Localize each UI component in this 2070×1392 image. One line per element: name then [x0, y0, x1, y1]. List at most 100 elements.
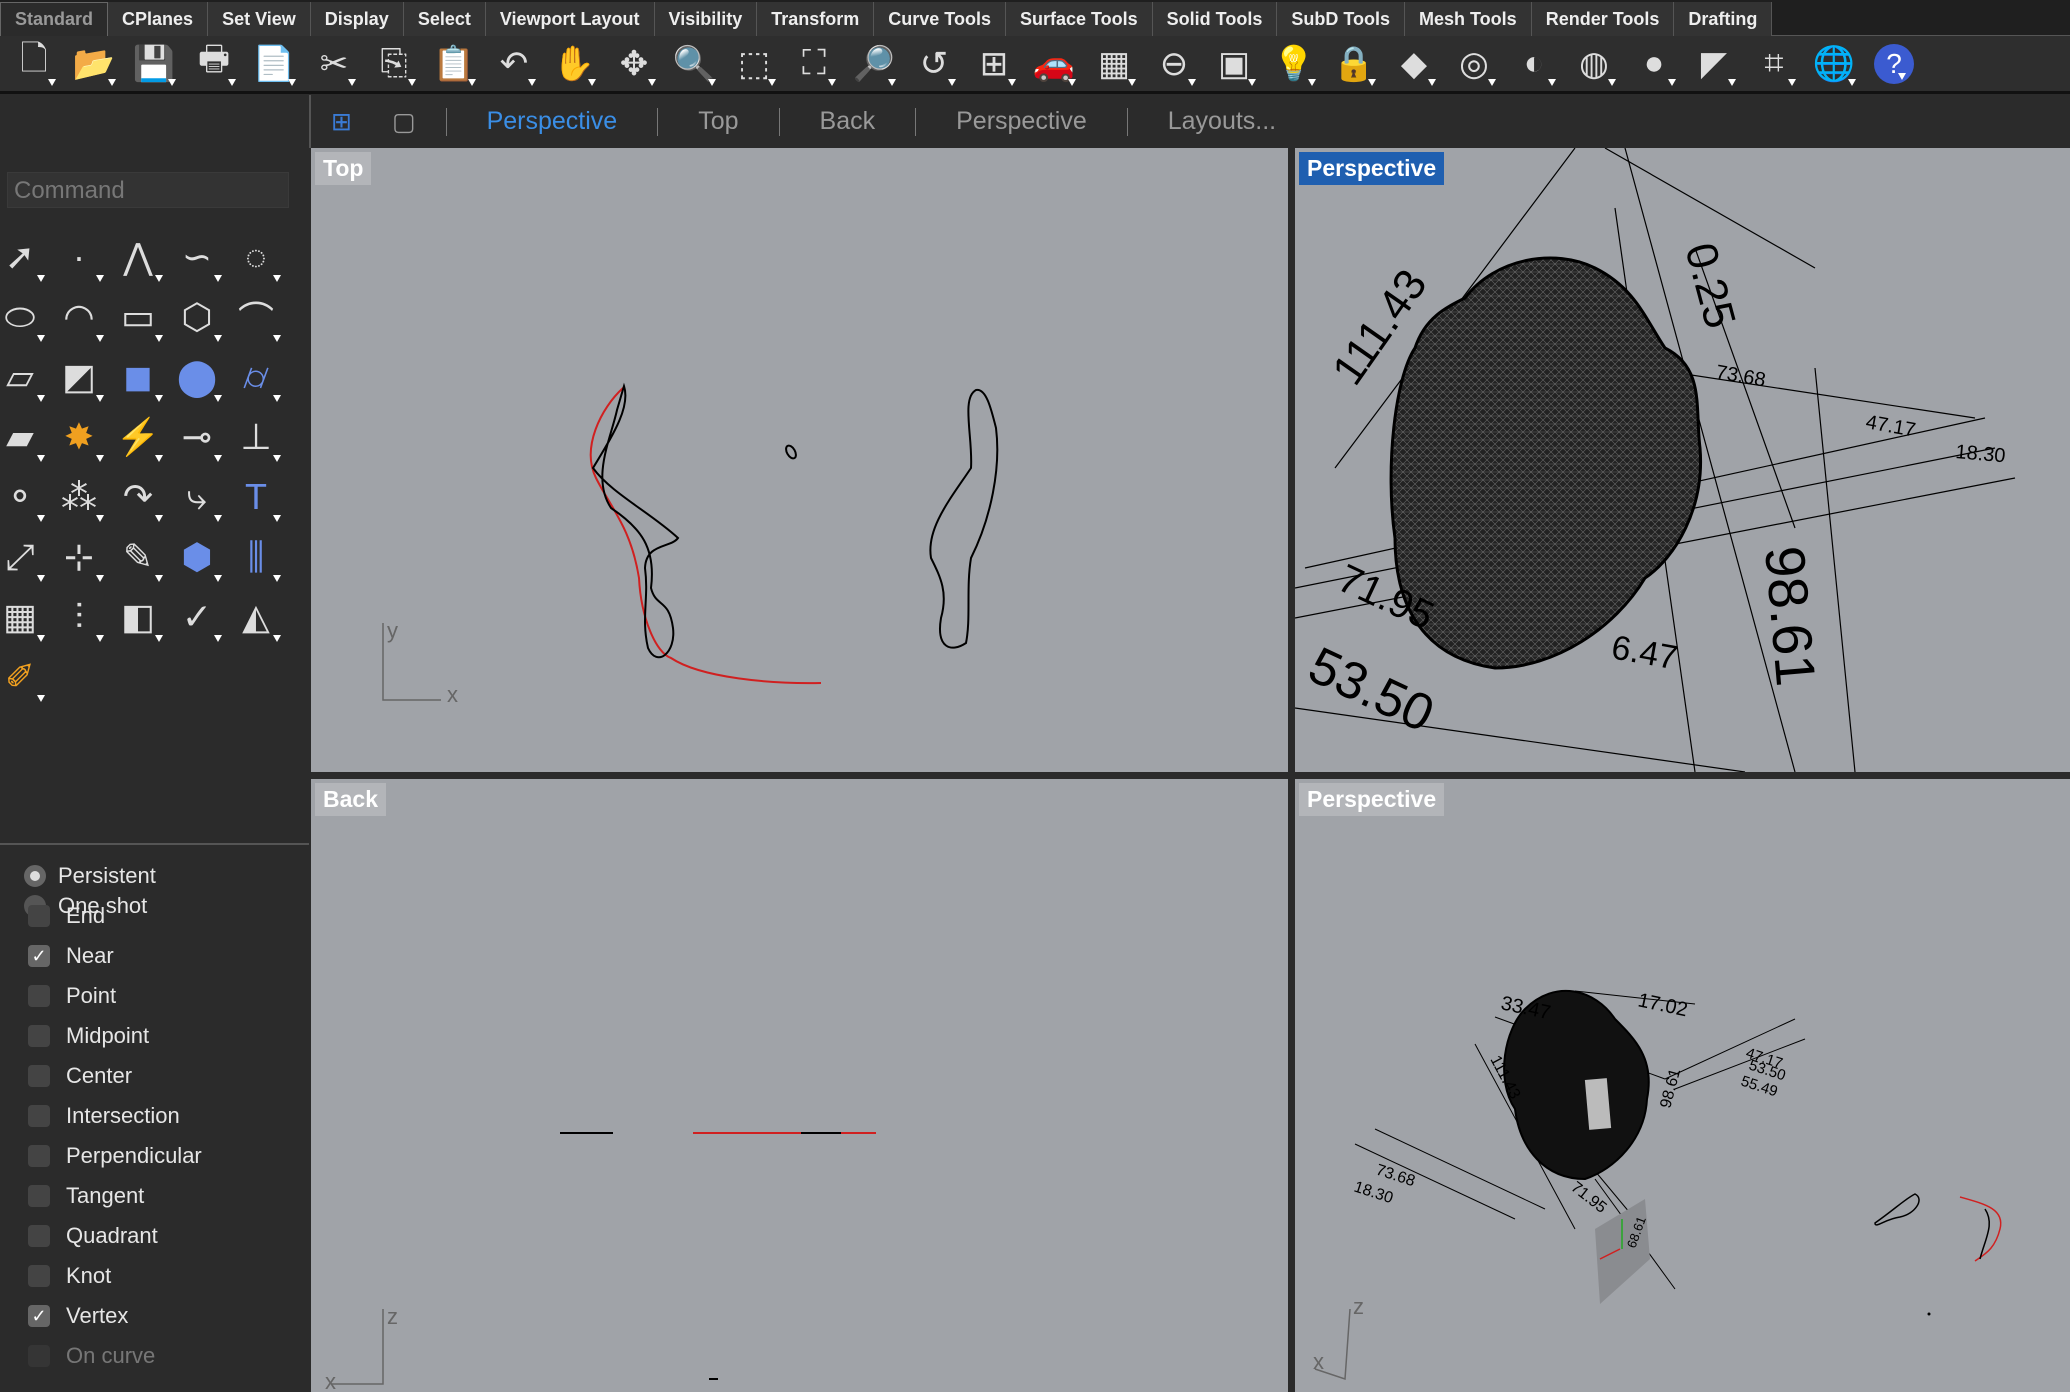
- align-icon[interactable]: ⫶: [54, 592, 104, 642]
- grid-array-icon[interactable]: ▦: [0, 592, 45, 642]
- globe-icon[interactable]: 🌐: [1804, 38, 1864, 90]
- group-icon[interactable]: ⚬: [0, 472, 45, 522]
- edit-icon[interactable]: ✎: [113, 532, 163, 582]
- toolbar-tab-mesh-tools[interactable]: Mesh Tools: [1405, 2, 1532, 36]
- analyze-icon[interactable]: ⌗: [1744, 38, 1804, 90]
- osnap-mode-persistent[interactable]: Persistent: [24, 863, 156, 889]
- four-view-layout-icon[interactable]: ⊞: [311, 107, 392, 137]
- viewport-label-top[interactable]: Top: [315, 152, 372, 185]
- tab-layouts[interactable]: Layouts...: [1168, 107, 1316, 136]
- trim-icon[interactable]: ⊥: [231, 412, 281, 462]
- checkbox[interactable]: [28, 905, 50, 927]
- cut-icon[interactable]: ✂: [304, 38, 364, 90]
- viewport-perspective-2[interactable]: 33.47 17.02 47.17 53.50 55.49 111.43 98.…: [1295, 779, 2070, 1392]
- tab-top[interactable]: Top: [698, 107, 778, 136]
- arc-icon[interactable]: ◠: [54, 292, 104, 342]
- polyline-icon[interactable]: ⋀: [113, 232, 163, 282]
- zoom-icon[interactable]: 🔍: [664, 38, 724, 90]
- osnap-point[interactable]: Point: [24, 983, 116, 1009]
- checkbox[interactable]: ✓: [28, 1305, 50, 1327]
- toolbar-tab-drafting[interactable]: Drafting: [1674, 2, 1773, 36]
- sphere-icon[interactable]: ⬤: [172, 352, 222, 402]
- curve-arc-icon[interactable]: ↷: [113, 472, 163, 522]
- checkbox[interactable]: [28, 1225, 50, 1247]
- checkbox[interactable]: [28, 1105, 50, 1127]
- osnap-perpendicular[interactable]: Perpendicular: [24, 1143, 202, 1169]
- curve-icon[interactable]: ∽: [172, 232, 222, 282]
- osnap-intersection[interactable]: Intersection: [24, 1103, 180, 1129]
- copy-icon[interactable]: ⎘: [364, 38, 424, 90]
- radio-button[interactable]: [24, 865, 46, 887]
- osnap-midpoint[interactable]: Midpoint: [24, 1023, 149, 1049]
- toolbar-tab-visibility[interactable]: Visibility: [654, 2, 758, 36]
- checkbox[interactable]: [28, 1345, 50, 1367]
- light-icon[interactable]: 💡: [1264, 38, 1324, 90]
- rendered-sphere-icon[interactable]: ●: [1624, 38, 1684, 90]
- new-icon[interactable]: 🗋: [4, 38, 64, 90]
- boolean-icon[interactable]: ⚡: [113, 412, 163, 462]
- car-icon[interactable]: 🚗: [1024, 38, 1084, 90]
- offset-icon[interactable]: ⤷: [172, 472, 222, 522]
- tab-back[interactable]: Back: [820, 107, 916, 136]
- tab-perspective[interactable]: Perspective: [956, 107, 1127, 136]
- box-icon[interactable]: ◼: [113, 352, 163, 402]
- block-icon[interactable]: ⬢: [172, 532, 222, 582]
- pan-icon[interactable]: ✋: [544, 38, 604, 90]
- mesh-icon[interactable]: ⁂: [54, 472, 104, 522]
- paste-icon[interactable]: 📋: [424, 38, 484, 90]
- point-icon[interactable]: ·: [54, 232, 104, 282]
- osnap-near[interactable]: ✓ Near: [24, 943, 114, 969]
- viewport-perspective-1[interactable]: 111.43 0.25 98.61 53.50 47.17 73.68 18.3…: [1295, 148, 2070, 772]
- osnap-knot[interactable]: Knot: [24, 1263, 111, 1289]
- toolbar-tab-surface-tools[interactable]: Surface Tools: [1005, 2, 1153, 36]
- zoom-selected-icon[interactable]: 🔎: [844, 38, 904, 90]
- toolbar-tab-solid-tools[interactable]: Solid Tools: [1152, 2, 1278, 36]
- help-icon[interactable]: ?: [1874, 43, 1914, 84]
- open-icon[interactable]: 📂: [64, 38, 124, 90]
- cylinder-icon[interactable]: ⌭: [231, 352, 281, 402]
- toolbar-tab-select[interactable]: Select: [403, 2, 486, 36]
- extrude-icon[interactable]: ◩: [54, 352, 104, 402]
- toolbar-tab-cplanes[interactable]: CPlanes: [108, 2, 209, 36]
- undo-icon[interactable]: ↶: [484, 38, 544, 90]
- osnap-on-curve[interactable]: On curve: [24, 1343, 155, 1369]
- paint-icon[interactable]: ✐: [0, 652, 45, 702]
- checkbox[interactable]: [28, 1065, 50, 1087]
- four-viewports-icon[interactable]: ⊞: [964, 38, 1024, 90]
- toolbar-tab-set-view[interactable]: Set View: [208, 2, 311, 36]
- explode-icon[interactable]: ✸: [54, 412, 104, 462]
- checkbox[interactable]: ✓: [28, 945, 50, 967]
- scale-icon[interactable]: ⤢: [0, 532, 45, 582]
- viewport-top[interactable]: y x Top: [311, 148, 1288, 772]
- viewport-label-perspective[interactable]: Perspective: [1299, 783, 1445, 816]
- toolbar-tab-curve-tools[interactable]: Curve Tools: [874, 2, 1006, 36]
- zoom-extents-icon[interactable]: ⛶: [784, 38, 844, 90]
- lock-icon[interactable]: 🔒: [1324, 38, 1384, 90]
- osnap-vertex[interactable]: ✓ Vertex: [24, 1303, 128, 1329]
- dimension-icon[interactable]: ◤: [1684, 38, 1744, 90]
- rectangle-icon[interactable]: ▭: [113, 292, 163, 342]
- render-icon[interactable]: ◆: [1384, 38, 1444, 90]
- ellipse-icon[interactable]: ⬭: [0, 292, 45, 342]
- grid-icon[interactable]: ▦: [1084, 38, 1144, 90]
- import-icon[interactable]: 📄: [244, 38, 304, 90]
- snapshot-icon[interactable]: ▣: [1204, 38, 1264, 90]
- tab-perspective-active[interactable]: Perspective: [487, 107, 658, 136]
- toolbar-tab-subd-tools[interactable]: SubD Tools: [1277, 2, 1406, 36]
- polygon-icon[interactable]: ⬡: [172, 292, 222, 342]
- text-icon[interactable]: T: [231, 472, 281, 522]
- single-view-layout-icon[interactable]: ▢: [392, 107, 446, 137]
- solid-edit-icon[interactable]: ◭: [231, 592, 281, 642]
- viewport-back[interactable]: z x Back: [311, 779, 1288, 1392]
- toolbar-tab-render-tools[interactable]: Render Tools: [1531, 2, 1675, 36]
- select-icon[interactable]: ➚: [0, 232, 45, 282]
- osnap-tangent[interactable]: Tangent: [24, 1183, 144, 1209]
- rotate-view-icon[interactable]: ✥: [604, 38, 664, 90]
- toolbar-tab-transform[interactable]: Transform: [757, 2, 875, 36]
- split-icon[interactable]: ⊸: [172, 412, 222, 462]
- viewport-label-perspective-active[interactable]: Perspective: [1299, 152, 1445, 185]
- color-wheel-icon[interactable]: ◎: [1444, 38, 1504, 90]
- print-icon[interactable]: 🖶: [184, 38, 244, 90]
- cplane-icon[interactable]: ⊖: [1144, 38, 1204, 90]
- array-icon[interactable]: ⊹: [54, 532, 104, 582]
